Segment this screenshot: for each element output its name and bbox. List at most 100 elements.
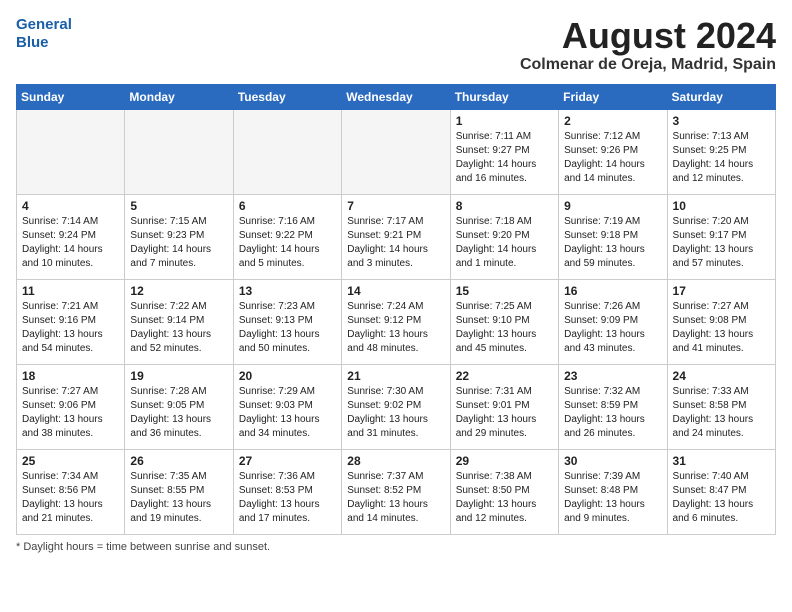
cell-info: Sunrise: 7:27 AMSunset: 9:08 PMDaylight:… (673, 300, 770, 356)
title-block: August 2024 Colmenar de Oreja, Madrid, S… (520, 16, 776, 74)
day-number: 22 (456, 369, 553, 383)
cell-info: Sunrise: 7:24 AMSunset: 9:12 PMDaylight:… (347, 300, 444, 356)
calendar-day-header: Friday (559, 84, 667, 109)
day-number: 10 (673, 199, 770, 213)
table-row: 24 Sunrise: 7:33 AMSunset: 8:58 PMDayligh… (667, 364, 775, 449)
table-row: 16 Sunrise: 7:26 AMSunset: 9:09 PMDayligh… (559, 279, 667, 364)
table-row: 27Sunrise: 7:36 AMSunset: 8:53 PMDayligh… (233, 449, 341, 534)
table-row: 26 Sunrise: 7:35 AMSunset: 8:55 PMDayligh… (125, 449, 233, 534)
cell-info: Sunrise: 7:29 AMSunset: 9:03 PMDaylight:… (239, 385, 336, 441)
table-row: 21 Sunrise: 7:30 AMSunset: 9:02 PMDayligh… (342, 364, 450, 449)
cell-info: Sunrise: 7:12 AMSunset: 9:26 PMDaylight:… (564, 130, 661, 186)
day-number: 30 (564, 454, 661, 468)
calendar-week-row: 4Sunrise: 7:14 AMSunset: 9:24 PMDaylight… (17, 194, 776, 279)
cell-info: Sunrise: 7:21 AMSunset: 9:16 PMDaylight:… (22, 300, 119, 356)
cell-info: Sunrise: 7:33 AMSunset: 8:58 PMDaylight:… (673, 385, 770, 441)
footer-note: * Daylight hours = time between sunrise … (16, 541, 776, 553)
cell-info: Sunrise: 7:34 AMSunset: 8:56 PMDaylight:… (22, 470, 119, 526)
day-number: 3 (673, 114, 770, 128)
day-number: 5 (130, 199, 227, 213)
daylight-label: Daylight hours (23, 541, 93, 553)
table-row: 30 Sunrise: 7:39 AMSunset: 8:48 PMDayligh… (559, 449, 667, 534)
day-number: 21 (347, 369, 444, 383)
location-subtitle: Colmenar de Oreja, Madrid, Spain (520, 56, 776, 74)
day-number: 18 (22, 369, 119, 383)
table-row (233, 109, 341, 194)
table-row: 12Sunrise: 7:22 AMSunset: 9:14 PMDayligh… (125, 279, 233, 364)
cell-info: Sunrise: 7:39 AMSunset: 8:48 PMDaylight:… (564, 470, 661, 526)
table-row: 10 Sunrise: 7:20 AMSunset: 9:17 PMDayligh… (667, 194, 775, 279)
day-number: 14 (347, 284, 444, 298)
calendar-day-header: Tuesday (233, 84, 341, 109)
day-number: 8 (456, 199, 553, 213)
table-row: 13 Sunrise: 7:23 AMSunset: 9:13 PMDayligh… (233, 279, 341, 364)
calendar-day-header: Thursday (450, 84, 558, 109)
day-number: 31 (673, 454, 770, 468)
cell-info: Sunrise: 7:19 AMSunset: 9:18 PMDaylight:… (564, 215, 661, 271)
cell-info: Sunrise: 7:11 AMSunset: 9:27 PMDaylight:… (456, 130, 553, 186)
cell-info: Sunrise: 7:28 AMSunset: 9:05 PMDaylight:… (130, 385, 227, 441)
table-row: 8 Sunrise: 7:18 AMSunset: 9:20 PMDaylight… (450, 194, 558, 279)
calendar-day-header: Wednesday (342, 84, 450, 109)
cell-info: Sunrise: 7:22 AMSunset: 9:14 PMDaylight:… (130, 300, 227, 356)
cell-info: Sunrise: 7:25 AMSunset: 9:10 PMDaylight:… (456, 300, 553, 356)
table-row: 14 Sunrise: 7:24 AMSunset: 9:12 PMDayligh… (342, 279, 450, 364)
logo-general-text: General (16, 16, 72, 34)
day-number: 20 (239, 369, 336, 383)
table-row: 18Sunrise: 7:27 AMSunset: 9:06 PMDayligh… (17, 364, 125, 449)
month-year-title: August 2024 (520, 16, 776, 56)
table-row (125, 109, 233, 194)
table-row: 11 Sunrise: 7:21 AMSunset: 9:16 PMDayligh… (17, 279, 125, 364)
cell-info: Sunrise: 7:38 AMSunset: 8:50 PMDaylight:… (456, 470, 553, 526)
calendar-day-header: Sunday (17, 84, 125, 109)
page-header: Gen eral General Blue August 2024 Colmen… (16, 16, 776, 74)
cell-info: Sunrise: 7:16 AMSunset: 9:22 PMDaylight:… (239, 215, 336, 271)
table-row: 17 Sunrise: 7:27 AMSunset: 9:08 PMDayligh… (667, 279, 775, 364)
calendar-table: SundayMondayTuesdayWednesdayThursdayFrid… (16, 84, 776, 535)
day-number: 24 (673, 369, 770, 383)
calendar-week-row: 25 Sunrise: 7:34 AMSunset: 8:56 PMDayligh… (17, 449, 776, 534)
cell-info: Sunrise: 7:37 AMSunset: 8:52 PMDaylight:… (347, 470, 444, 526)
table-row: 19 Sunrise: 7:28 AMSunset: 9:05 PMDayligh… (125, 364, 233, 449)
cell-info: Sunrise: 7:32 AMSunset: 8:59 PMDaylight:… (564, 385, 661, 441)
cell-info: Sunrise: 7:30 AMSunset: 9:02 PMDaylight:… (347, 385, 444, 441)
logo-blue-text: Blue (16, 34, 72, 52)
table-row: 15Sunrise: 7:25 AMSunset: 9:10 PMDayligh… (450, 279, 558, 364)
table-row (17, 109, 125, 194)
cell-info: Sunrise: 7:18 AMSunset: 9:20 PMDaylight:… (456, 215, 553, 271)
day-number: 17 (673, 284, 770, 298)
cell-info: Sunrise: 7:26 AMSunset: 9:09 PMDaylight:… (564, 300, 661, 356)
table-row: 3Sunrise: 7:13 AMSunset: 9:25 PMDaylight… (667, 109, 775, 194)
day-number: 26 (130, 454, 227, 468)
logo: Gen eral General Blue (16, 16, 72, 52)
cell-info: Sunrise: 7:15 AMSunset: 9:23 PMDaylight:… (130, 215, 227, 271)
table-row: 28 Sunrise: 7:37 AMSunset: 8:52 PMDayligh… (342, 449, 450, 534)
day-number: 25 (22, 454, 119, 468)
table-row: 22 Sunrise: 7:31 AMSunset: 9:01 PMDayligh… (450, 364, 558, 449)
day-number: 7 (347, 199, 444, 213)
table-row: 20 Sunrise: 7:29 AMSunset: 9:03 PMDayligh… (233, 364, 341, 449)
day-number: 11 (22, 284, 119, 298)
table-row: 5 Sunrise: 7:15 AMSunset: 9:23 PMDaylight… (125, 194, 233, 279)
table-row: 7Sunrise: 7:17 AMSunset: 9:21 PMDaylight… (342, 194, 450, 279)
cell-info: Sunrise: 7:14 AMSunset: 9:24 PMDaylight:… (22, 215, 119, 271)
cell-info: Sunrise: 7:31 AMSunset: 9:01 PMDaylight:… (456, 385, 553, 441)
cell-info: Sunrise: 7:23 AMSunset: 9:13 PMDaylight:… (239, 300, 336, 356)
day-number: 9 (564, 199, 661, 213)
calendar-week-row: 11 Sunrise: 7:21 AMSunset: 9:16 PMDayligh… (17, 279, 776, 364)
calendar-header-row: SundayMondayTuesdayWednesdayThursdayFrid… (17, 84, 776, 109)
table-row: 23Sunrise: 7:32 AMSunset: 8:59 PMDayligh… (559, 364, 667, 449)
table-row: 9 Sunrise: 7:19 AMSunset: 9:18 PMDaylight… (559, 194, 667, 279)
day-number: 13 (239, 284, 336, 298)
day-number: 16 (564, 284, 661, 298)
calendar-week-row: 18Sunrise: 7:27 AMSunset: 9:06 PMDayligh… (17, 364, 776, 449)
cell-info: Sunrise: 7:36 AMSunset: 8:53 PMDaylight:… (239, 470, 336, 526)
table-row: 31Sunrise: 7:40 AMSunset: 8:47 PMDayligh… (667, 449, 775, 534)
day-number: 6 (239, 199, 336, 213)
cell-info: Sunrise: 7:20 AMSunset: 9:17 PMDaylight:… (673, 215, 770, 271)
cell-info: Sunrise: 7:35 AMSunset: 8:55 PMDaylight:… (130, 470, 227, 526)
day-number: 1 (456, 114, 553, 128)
table-row: 2Sunrise: 7:12 AMSunset: 9:26 PMDaylight… (559, 109, 667, 194)
day-number: 28 (347, 454, 444, 468)
day-number: 19 (130, 369, 227, 383)
